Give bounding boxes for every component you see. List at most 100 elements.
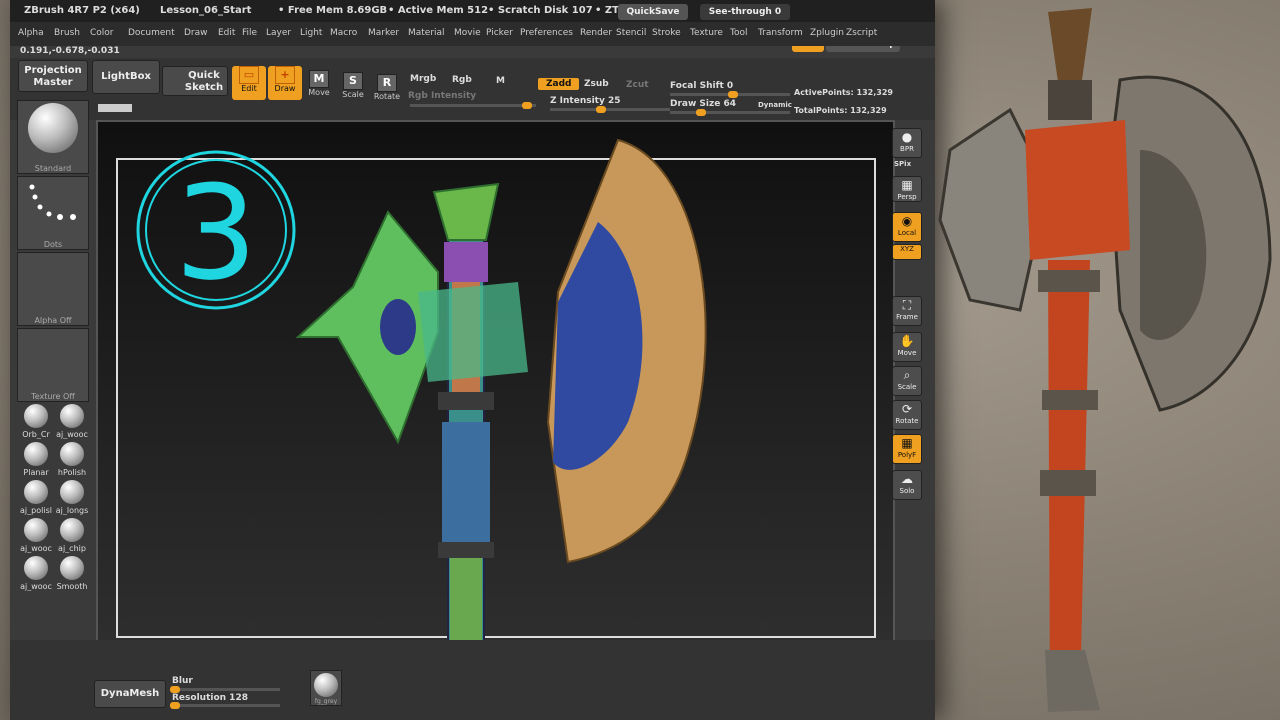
move-tool[interactable]: M Move bbox=[302, 70, 336, 104]
menu-color[interactable]: Color bbox=[90, 28, 114, 38]
menu-brush[interactable]: Brush bbox=[54, 28, 80, 38]
z-intensity-track[interactable] bbox=[550, 106, 670, 113]
blur-slider[interactable]: Blur bbox=[172, 676, 193, 686]
menu-layer[interactable]: Layer bbox=[266, 28, 291, 38]
draw-size-slider[interactable]: Draw Size 64 bbox=[670, 99, 736, 109]
dynamic-toggle[interactable]: Dynamic bbox=[758, 101, 792, 109]
material-planar-icon[interactable] bbox=[24, 442, 48, 466]
left-shelf: Standard Dots Alpha Off Texture Off Orb_… bbox=[16, 100, 94, 600]
mrgb-button[interactable]: Mrgb bbox=[410, 74, 436, 84]
rotate-view-button[interactable]: ⟳ Rotate bbox=[892, 400, 922, 430]
resolution-track[interactable] bbox=[170, 702, 280, 709]
menu-picker[interactable]: Picker bbox=[486, 28, 513, 38]
move-view-button[interactable]: ✋ Move bbox=[892, 332, 922, 362]
resolution-knob[interactable] bbox=[170, 702, 180, 709]
m-button[interactable]: M bbox=[496, 76, 505, 86]
z-intensity-slider[interactable]: Z Intensity 25 bbox=[550, 96, 621, 106]
rgb-button[interactable]: Rgb bbox=[452, 75, 472, 85]
lightbox-button[interactable]: LightBox bbox=[92, 60, 160, 94]
stroke-thumbnail[interactable]: Dots bbox=[17, 176, 89, 250]
zsub-button[interactable]: Zsub bbox=[584, 79, 609, 89]
draw-size-knob[interactable] bbox=[696, 109, 706, 116]
quicksave-button[interactable]: QuickSave bbox=[618, 4, 688, 20]
menu-draw[interactable]: Draw bbox=[184, 28, 208, 38]
draw-tool[interactable]: + Draw bbox=[268, 66, 302, 100]
material-aj-wood3-icon[interactable] bbox=[24, 556, 48, 580]
spix-slider[interactable]: SPix bbox=[894, 160, 911, 168]
tray-handle[interactable] bbox=[98, 104, 132, 112]
app-title: ZBrush 4R7 P2 (x64) bbox=[24, 5, 140, 16]
frame-button[interactable]: ⛶ Frame bbox=[892, 296, 922, 326]
move-label: Move bbox=[308, 88, 330, 97]
menu-alpha[interactable]: Alpha bbox=[18, 28, 44, 38]
material-label: aj_wooc bbox=[20, 544, 52, 553]
material-aj-wood-icon[interactable] bbox=[60, 404, 84, 428]
material-orb-cr-icon[interactable] bbox=[24, 404, 48, 428]
material-hpolish-icon[interactable] bbox=[60, 442, 84, 466]
menu-movie[interactable]: Movie bbox=[454, 28, 481, 38]
top-toolbar: Projection Master LightBox Quick Sketch … bbox=[10, 58, 935, 120]
texture-label: Texture Off bbox=[31, 392, 75, 401]
material-smooth-icon[interactable] bbox=[60, 556, 84, 580]
rgb-intensity-slider[interactable]: Rgb Intensity bbox=[408, 91, 476, 101]
menu-light[interactable]: Light bbox=[300, 28, 322, 38]
menu-texture[interactable]: Texture bbox=[690, 28, 723, 38]
focal-shift-track[interactable] bbox=[670, 91, 790, 98]
quick-sketch-button[interactable]: Quick Sketch bbox=[162, 66, 228, 96]
local-button[interactable]: ◉ Local bbox=[892, 212, 922, 242]
rotate-tool[interactable]: R Rotate bbox=[370, 74, 404, 108]
menu-file[interactable]: File bbox=[242, 28, 257, 38]
blur-track[interactable] bbox=[170, 686, 280, 693]
draw-size-track[interactable] bbox=[670, 109, 790, 116]
menu-document[interactable]: Document bbox=[128, 28, 175, 38]
rgb-intensity-track[interactable] bbox=[410, 102, 536, 109]
material-aj-wood2-icon[interactable] bbox=[24, 518, 48, 542]
menu-preferences[interactable]: Preferences bbox=[520, 28, 573, 38]
material-swatch[interactable]: fg_grey bbox=[310, 670, 342, 706]
menu-edit[interactable]: Edit bbox=[218, 28, 235, 38]
rotate-icon: R bbox=[377, 74, 397, 92]
menu-tool[interactable]: Tool bbox=[730, 28, 747, 38]
polyf-button[interactable]: ▦ PolyF bbox=[892, 434, 922, 464]
dynamesh-button[interactable]: DynaMesh bbox=[94, 680, 166, 708]
menu-zplugin[interactable]: Zplugin bbox=[810, 28, 844, 38]
xyz-button[interactable]: XYZ bbox=[892, 244, 922, 260]
focal-shift-slider[interactable]: Focal Shift 0 bbox=[670, 81, 733, 91]
zadd-button[interactable]: Zadd bbox=[538, 78, 580, 90]
rotate-label: Rotate bbox=[373, 92, 401, 101]
menu-marker[interactable]: Marker bbox=[368, 28, 399, 38]
see-through-slider[interactable]: See-through 0 bbox=[700, 4, 790, 20]
rgb-intensity-knob[interactable] bbox=[522, 102, 532, 109]
menu-render[interactable]: Render bbox=[580, 28, 612, 38]
cursor-coords: 0.191,-0.678,-0.031 bbox=[20, 46, 120, 56]
material-aj-polish-icon[interactable] bbox=[24, 480, 48, 504]
focal-shift-knob[interactable] bbox=[728, 91, 738, 98]
polyframe-icon: ▦ bbox=[901, 436, 913, 450]
bpr-button[interactable]: ● BPR bbox=[892, 128, 922, 158]
rotate-icon: ⟳ bbox=[901, 402, 913, 416]
menu-stroke[interactable]: Stroke bbox=[652, 28, 681, 38]
menu-zscript[interactable]: Zscript bbox=[846, 28, 877, 38]
scale-tool[interactable]: S Scale bbox=[336, 72, 370, 106]
scale-view-button[interactable]: ⌕ Scale bbox=[892, 366, 922, 396]
material-aj-chip-icon[interactable] bbox=[60, 518, 84, 542]
resolution-slider[interactable]: Resolution 128 bbox=[172, 693, 248, 703]
menu-bar: Alpha Brush Color Document Draw Edit Fil… bbox=[10, 22, 935, 46]
magnifier-icon: ⌕ bbox=[903, 368, 911, 382]
material-label: aj_wooc bbox=[56, 430, 88, 439]
menu-transform[interactable]: Transform bbox=[758, 28, 803, 38]
z-intensity-knob[interactable] bbox=[596, 106, 606, 113]
alpha-thumbnail[interactable]: Alpha Off bbox=[17, 252, 89, 326]
menu-material[interactable]: Material bbox=[408, 28, 445, 38]
menu-stencil[interactable]: Stencil bbox=[616, 28, 646, 38]
persp-button[interactable]: ▦ Persp bbox=[892, 176, 922, 202]
projection-master-button[interactable]: Projection Master bbox=[18, 60, 88, 92]
texture-thumbnail[interactable]: Texture Off bbox=[17, 328, 89, 402]
menu-macro[interactable]: Macro bbox=[330, 28, 357, 38]
edit-tool[interactable]: ▭ Edit bbox=[232, 66, 266, 100]
brush-thumbnail[interactable]: Standard bbox=[17, 100, 89, 174]
solo-button[interactable]: ☁ Solo bbox=[892, 470, 922, 500]
blur-knob[interactable] bbox=[170, 686, 180, 693]
zcut-button[interactable]: Zcut bbox=[626, 80, 649, 90]
material-aj-longs-icon[interactable] bbox=[60, 480, 84, 504]
